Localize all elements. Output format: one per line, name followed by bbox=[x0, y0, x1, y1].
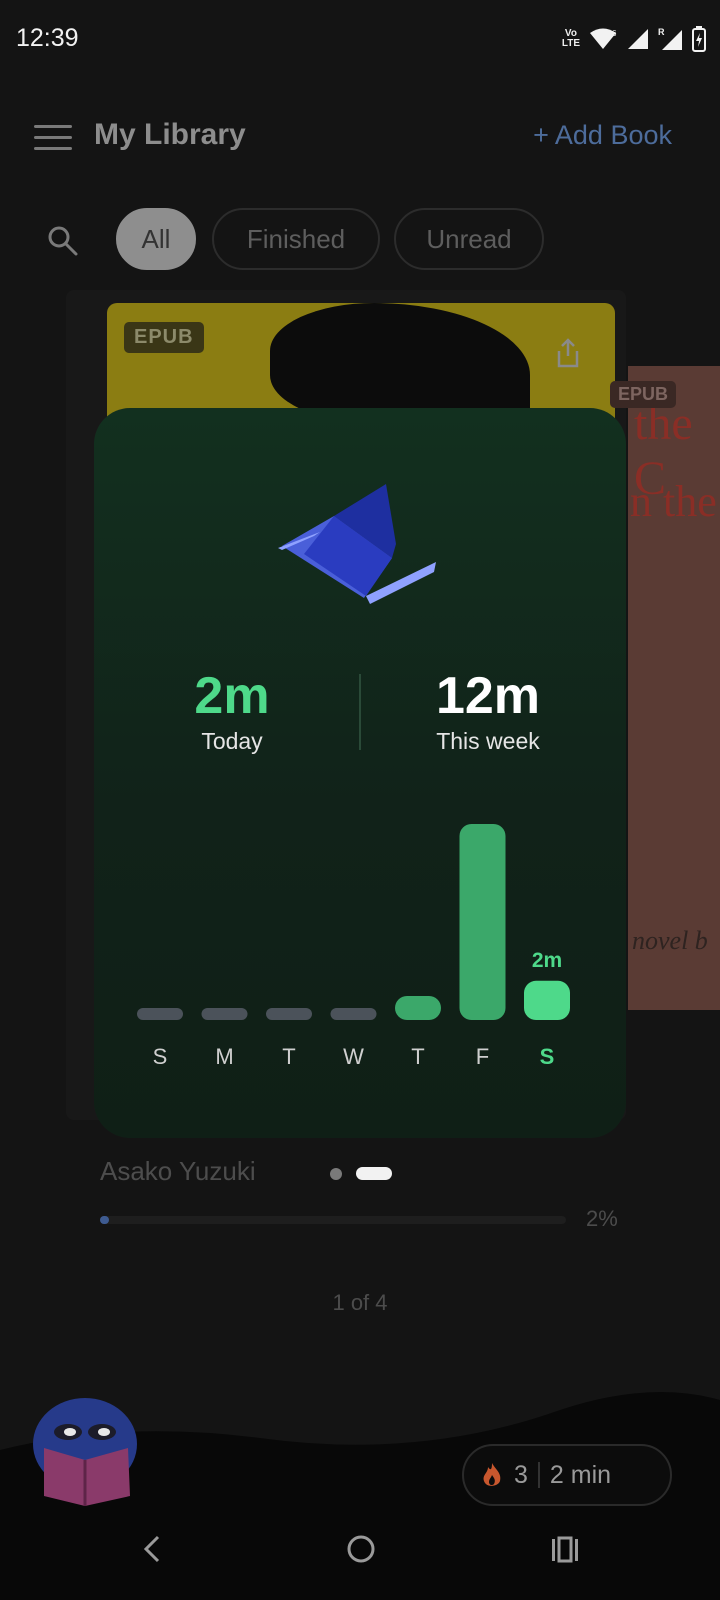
next-book-cover-text: novel b bbox=[632, 926, 708, 955]
next-book-format-badge: EPUB bbox=[610, 381, 677, 408]
chart-bar-2 bbox=[266, 1008, 312, 1020]
svg-text:6: 6 bbox=[612, 29, 617, 38]
chart-day-label: S bbox=[540, 1044, 555, 1069]
battery-icon bbox=[692, 26, 706, 52]
chart-day-label: M bbox=[215, 1044, 233, 1069]
stat-today-value: 2m bbox=[194, 667, 270, 725]
stat-today-label: Today bbox=[201, 728, 263, 754]
book-author: Asako Yuzuki bbox=[100, 1156, 256, 1186]
chart-bar-1 bbox=[201, 1008, 248, 1020]
hamburger-icon[interactable] bbox=[34, 125, 72, 151]
reading-mascot-icon[interactable] bbox=[30, 1396, 140, 1506]
flame-icon bbox=[483, 1463, 501, 1486]
filter-chip-finished[interactable]: Finished bbox=[212, 208, 380, 270]
page-indicator: 1 of 4 bbox=[332, 1290, 388, 1315]
recents-icon[interactable] bbox=[550, 1534, 580, 1564]
stat-week: 12m This week bbox=[368, 668, 608, 755]
chart-bar-value-label: 2m bbox=[532, 949, 562, 972]
chart-day-label: T bbox=[411, 1044, 424, 1069]
page-title: My Library bbox=[94, 118, 246, 151]
home-icon[interactable] bbox=[346, 1534, 376, 1564]
chart-day-label: T bbox=[282, 1044, 295, 1069]
chart-bar-6 bbox=[524, 980, 570, 1020]
signal-icon bbox=[628, 29, 648, 49]
streak-separator bbox=[537, 1462, 540, 1488]
pager-dot[interactable] bbox=[330, 1168, 342, 1180]
pager-dot-active[interactable] bbox=[356, 1167, 392, 1180]
status-time: 12:39 bbox=[16, 24, 79, 52]
stat-divider bbox=[359, 674, 361, 750]
add-book-button[interactable]: + Add Book bbox=[533, 120, 672, 151]
share-icon[interactable] bbox=[555, 338, 581, 368]
chart-day-label: F bbox=[476, 1044, 489, 1069]
chart-bar-5 bbox=[459, 824, 506, 1020]
reading-progress-label: 2% bbox=[586, 1206, 618, 1231]
back-icon[interactable] bbox=[140, 1534, 164, 1564]
chart-day-label: S bbox=[153, 1044, 168, 1069]
weekly-reading-chart: S M T W T F S 2m bbox=[137, 824, 570, 1069]
chart-bar-0 bbox=[137, 1008, 183, 1020]
filter-chip-unread[interactable]: Unread bbox=[394, 208, 544, 270]
svg-text:R: R bbox=[658, 27, 665, 37]
stat-week-label: This week bbox=[436, 728, 540, 754]
next-book-cover-text: n the bbox=[630, 477, 717, 526]
chart-bar-3 bbox=[330, 1008, 377, 1020]
format-badge: EPUB bbox=[124, 322, 204, 353]
reading-progress-track bbox=[100, 1216, 566, 1224]
reading-streak-pill[interactable]: 3 2 min bbox=[462, 1444, 672, 1506]
open-book-icon bbox=[278, 484, 436, 604]
status-icons: Vo LTE 6 R bbox=[562, 26, 706, 52]
chart-day-label: W bbox=[343, 1044, 364, 1069]
wifi-icon: 6 bbox=[590, 28, 617, 49]
filter-chip-all[interactable]: All bbox=[116, 208, 196, 270]
roaming-signal-icon: R bbox=[658, 27, 682, 50]
stat-today: 2m Today bbox=[112, 668, 352, 755]
chart-bar-4 bbox=[395, 996, 441, 1020]
search-icon[interactable] bbox=[46, 224, 80, 258]
volte-icon: Vo LTE bbox=[561, 28, 580, 49]
streak-minutes: 2 min bbox=[549, 1460, 612, 1489]
stat-week-value: 12m bbox=[435, 667, 541, 725]
streak-days: 3 bbox=[514, 1460, 528, 1489]
